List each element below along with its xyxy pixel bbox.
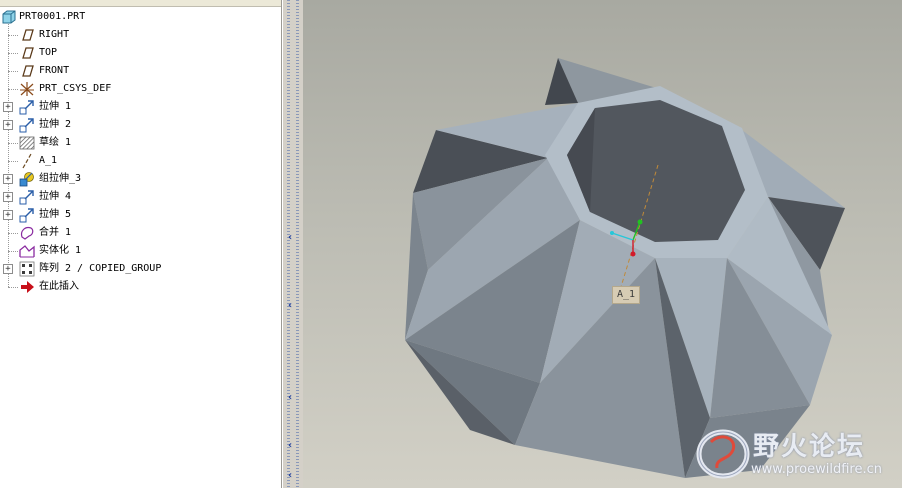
tree-item-label: 阵列 2 / COPIED_GROUP xyxy=(39,263,162,274)
pattern-icon xyxy=(19,261,35,277)
tree-item-label: 组拉伸_3 xyxy=(39,173,82,184)
collapse-left-icon[interactable]: ‹ xyxy=(288,232,292,243)
tree-item-merge-1[interactable]: 合并 1 xyxy=(0,224,281,242)
tree-item-label: 实体化 1 xyxy=(39,245,82,256)
sketch-icon xyxy=(19,136,35,150)
watermark-url: www.proewildfire.cn xyxy=(751,462,882,477)
tree-item-pattern-2[interactable]: + 阵列 2 / COPIED_GROUP xyxy=(0,260,281,278)
expand-toggle-icon[interactable]: + xyxy=(3,210,13,220)
tree-item-label: 拉伸 1 xyxy=(39,101,72,112)
extrude-icon xyxy=(19,190,34,205)
tree-item-axis-a1[interactable]: A_1 xyxy=(0,152,281,170)
extrude-icon xyxy=(19,118,34,133)
expand-toggle-icon[interactable]: + xyxy=(3,192,13,202)
csys-y-end xyxy=(637,219,643,225)
panel-splitter[interactable]: ‹ ‹ ‹ ‹ ‹ xyxy=(282,0,304,488)
datum-plane-icon xyxy=(22,65,34,77)
tree-item-group-extrude-3[interactable]: + 组拉伸_3 xyxy=(0,170,281,188)
tree-item-right-plane[interactable]: RIGHT xyxy=(0,26,281,44)
tree-item-label: A_1 xyxy=(39,155,58,166)
tree-item-front-plane[interactable]: FRONT xyxy=(0,62,281,80)
datum-plane-icon xyxy=(22,29,34,41)
csys-x-end xyxy=(610,231,614,235)
expand-toggle-icon[interactable]: + xyxy=(3,264,13,274)
expand-toggle-icon[interactable]: + xyxy=(3,120,13,130)
tree-item-csys[interactable]: PRT_CSYS_DEF xyxy=(0,80,281,98)
datum-plane-icon xyxy=(22,47,34,59)
tree-item-extrude-5[interactable]: + 拉伸 5 xyxy=(0,206,281,224)
group-extrude-icon xyxy=(19,172,34,187)
tree-item-label: RIGHT xyxy=(39,29,70,40)
tree-item-sketch-1[interactable]: 草绘 1 xyxy=(0,134,281,152)
model-tree-panel: PRT0001.PRT RIGHT TOP FRONT PRT_CSYS_DEF xyxy=(0,0,282,488)
tree-item-label: 拉伸 5 xyxy=(39,209,72,220)
tree-item-label: 草绘 1 xyxy=(39,137,72,148)
tree-item-label: 在此插入 xyxy=(39,281,79,292)
splitter-grip xyxy=(296,0,299,488)
csys-z-end xyxy=(630,251,636,257)
tree-item-label: PRT0001.PRT xyxy=(19,11,86,22)
tree-item-part[interactable]: PRT0001.PRT xyxy=(0,8,281,26)
datum-axis-icon xyxy=(22,153,32,169)
tree-item-extrude-4[interactable]: + 拉伸 4 xyxy=(0,188,281,206)
watermark: 野火论坛 www.proewildfire.cn xyxy=(689,420,902,488)
watermark-logo-icon xyxy=(696,429,750,479)
collapse-left-icon[interactable]: ‹ xyxy=(288,440,292,451)
collapse-left-icon[interactable]: ‹ xyxy=(288,470,292,481)
solidify-icon xyxy=(19,245,35,258)
tree-item-top-plane[interactable]: TOP xyxy=(0,44,281,62)
tree-item-label: PRT_CSYS_DEF xyxy=(39,83,112,94)
tree-item-extrude-2[interactable]: + 拉伸 2 xyxy=(0,116,281,134)
tree-item-insert-here[interactable]: 在此插入 xyxy=(0,278,281,296)
part-icon xyxy=(2,10,16,24)
collapse-left-icon[interactable]: ‹ xyxy=(288,392,292,403)
tree-item-label: TOP xyxy=(39,47,58,58)
tree-item-label: 合并 1 xyxy=(39,227,72,238)
expand-toggle-icon[interactable]: + xyxy=(3,174,13,184)
csys-icon xyxy=(20,82,34,96)
insert-here-arrow-icon xyxy=(21,281,34,293)
expand-toggle-icon[interactable]: + xyxy=(3,102,13,112)
model-tree-header-bar xyxy=(0,0,281,7)
tree-item-label: 拉伸 4 xyxy=(39,191,72,202)
part-model-3d[interactable] xyxy=(303,0,902,488)
extrude-icon xyxy=(19,208,34,223)
extrude-icon xyxy=(19,100,34,115)
tree-item-label: 拉伸 2 xyxy=(39,119,72,130)
splitter-grip xyxy=(287,0,290,488)
watermark-title: 野火论坛 xyxy=(753,432,866,462)
tree-item-label: FRONT xyxy=(39,65,70,76)
tree-item-solidify-1[interactable]: 实体化 1 xyxy=(0,242,281,260)
collapse-left-icon[interactable]: ‹ xyxy=(288,300,292,311)
datum-axis-tag[interactable]: A_1 xyxy=(612,286,640,304)
merge-icon xyxy=(20,226,34,240)
tree-item-extrude-1[interactable]: + 拉伸 1 xyxy=(0,98,281,116)
graphics-viewport[interactable] xyxy=(303,0,902,488)
